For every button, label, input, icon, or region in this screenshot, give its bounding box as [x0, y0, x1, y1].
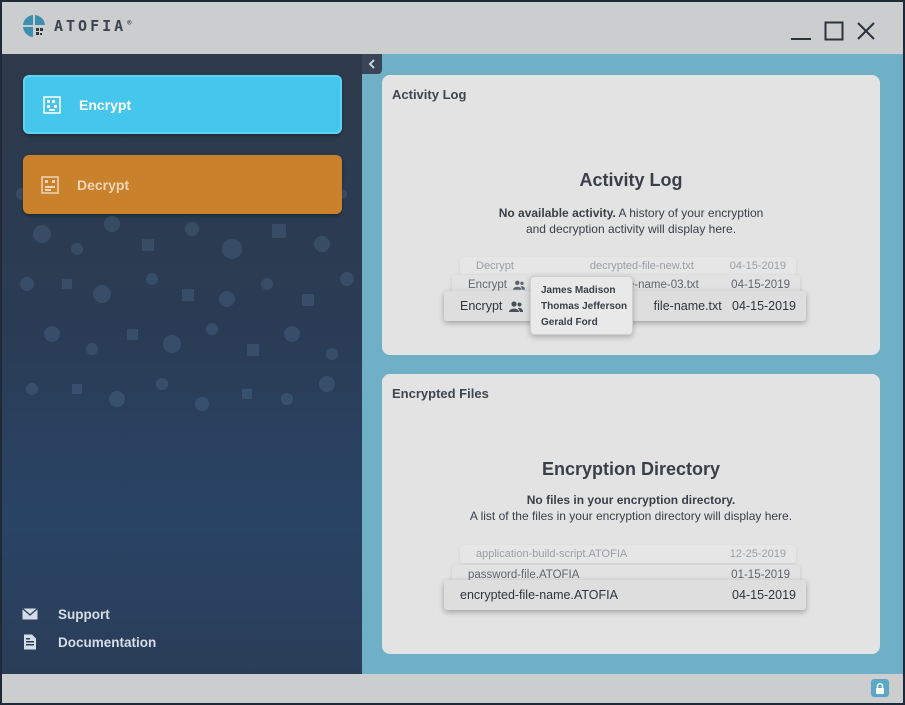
app-name: ATOFIA® [54, 17, 132, 35]
file-row: application-build-script.ATOFIA 12-25-20… [460, 545, 796, 563]
tooltip-user: Thomas Jefferson [541, 301, 628, 312]
support-label: Support [58, 606, 110, 622]
encryption-directory-title: Encryption Directory [541, 459, 721, 479]
activity-action: Decrypt [476, 260, 514, 272]
chevron-left-icon [368, 59, 375, 69]
title-bar: ATOFIA® [2, 2, 903, 54]
maximize-button[interactable] [821, 18, 847, 44]
nav-decrypt-button[interactable]: Decrypt [23, 155, 342, 214]
file-date: 04-15-2019 [732, 588, 796, 602]
activity-file: le-name-03.txt [625, 279, 699, 291]
decrypt-icon [41, 175, 59, 194]
status-bar [2, 674, 903, 703]
activity-file: decrypted-file-new.txt [589, 260, 694, 272]
activity-log-title: Activity Log [579, 170, 683, 190]
encrypted-files-header: Encrypted Files [392, 386, 489, 401]
users-icon [513, 280, 525, 290]
maximize-icon [824, 21, 844, 41]
activity-action: Encrypt [468, 279, 507, 291]
nav-encrypt-label: Encrypt [79, 96, 132, 113]
activity-date: 04-15-2019 [732, 299, 796, 313]
main-content: Activity Log Activity Log No available a… [362, 54, 903, 674]
file-name: application-build-script.ATOFIA [476, 548, 628, 560]
tooltip-user: James Madison [541, 285, 616, 296]
support-link[interactable]: Support [22, 606, 110, 622]
activity-row: Decrypt decrypted-file-new.txt 04-15-201… [460, 257, 796, 275]
file-date: 12-25-2019 [729, 548, 786, 560]
sidebar: Encrypt Decrypt Support Documentation [2, 54, 362, 674]
nav-encrypt-button[interactable]: Encrypt [23, 75, 342, 134]
activity-action: Encrypt [460, 299, 503, 313]
close-button[interactable] [853, 18, 879, 44]
activity-log-description: No available activity. A history of your… [498, 206, 764, 236]
tooltip-user: Gerald Ford [541, 317, 598, 328]
activity-date: 04-15-2019 [729, 260, 786, 272]
minimize-icon [791, 38, 811, 40]
users-icon[interactable] [509, 300, 524, 312]
minimize-button[interactable] [788, 18, 814, 44]
activity-date: 04-15-2019 [731, 279, 790, 291]
encrypted-files-card: Encrypted Files Encryption Directory No … [382, 374, 880, 654]
collapse-sidebar-button[interactable] [362, 54, 382, 74]
activity-log-header: Activity Log [392, 87, 467, 102]
app-window: ATOFIA® Encrypt Decrypt Support Document… [2, 2, 903, 703]
atofia-logo-icon [23, 15, 45, 37]
file-row: encrypted-file-name.ATOFIA 04-15-2019 [444, 580, 806, 610]
mail-icon [22, 607, 38, 620]
lock-icon [876, 682, 884, 694]
app-logo: ATOFIA® [22, 14, 131, 38]
lock-button[interactable] [871, 679, 889, 697]
documentation-label: Documentation [58, 634, 157, 650]
file-name: encrypted-file-name.ATOFIA [460, 588, 618, 602]
encrypt-icon [43, 95, 61, 114]
close-icon [857, 22, 875, 40]
nav-decrypt-label: Decrypt [77, 176, 130, 193]
activity-file: file-name.txt [653, 299, 722, 313]
activity-log-card: Activity Log Activity Log No available a… [382, 75, 880, 355]
document-icon [24, 634, 36, 650]
users-tooltip: James Madison Thomas Jefferson Gerald Fo… [530, 276, 633, 335]
encryption-directory-description: No files in your encryption directory. A… [469, 493, 793, 523]
documentation-link[interactable]: Documentation [22, 634, 156, 650]
